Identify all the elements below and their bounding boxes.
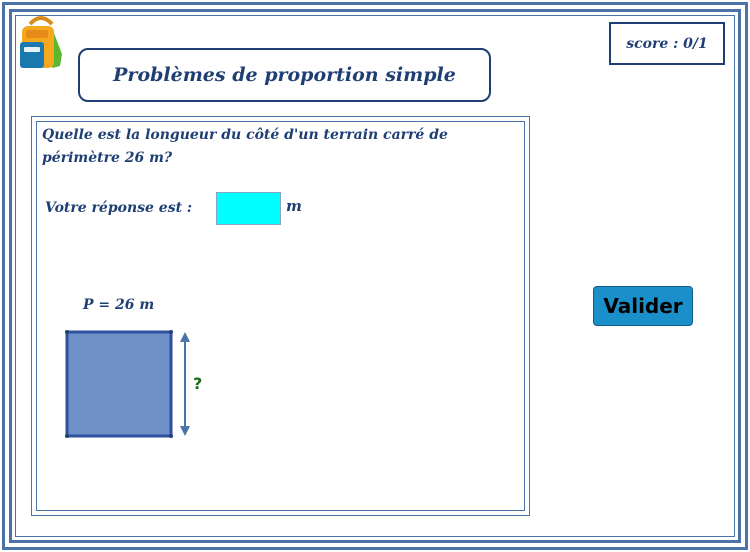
answer-label: Votre réponse est : xyxy=(45,200,193,216)
unit-label: m xyxy=(286,197,302,215)
title-box: Problèmes de proportion simple xyxy=(78,48,491,102)
answer-input[interactable] xyxy=(216,192,281,225)
arrow-head-down xyxy=(180,426,190,436)
square-vertex xyxy=(65,330,69,334)
question-line-1: Quelle est la longueur du côté d'un terr… xyxy=(42,127,448,143)
square-figure xyxy=(65,330,190,438)
perimeter-label: P = 26 m xyxy=(83,297,155,313)
validate-button[interactable]: Valider xyxy=(593,286,693,326)
square-vertex xyxy=(65,434,69,438)
score-box: score : 0/1 xyxy=(609,22,725,65)
question-panel-inner xyxy=(36,121,525,511)
square-shape xyxy=(65,330,173,438)
square-vertex xyxy=(169,434,173,438)
backpack-icon xyxy=(20,16,62,68)
square-vertex xyxy=(169,330,173,334)
score-text: score : 0/1 xyxy=(626,35,708,52)
question-text: Quelle est la longueur du côté d'un terr… xyxy=(42,124,512,170)
question-line-2: périmètre 26 m? xyxy=(42,150,173,166)
side-unknown-label: ? xyxy=(193,374,203,393)
page-title: Problèmes de proportion simple xyxy=(113,64,456,86)
arrow-head-up xyxy=(180,332,190,342)
